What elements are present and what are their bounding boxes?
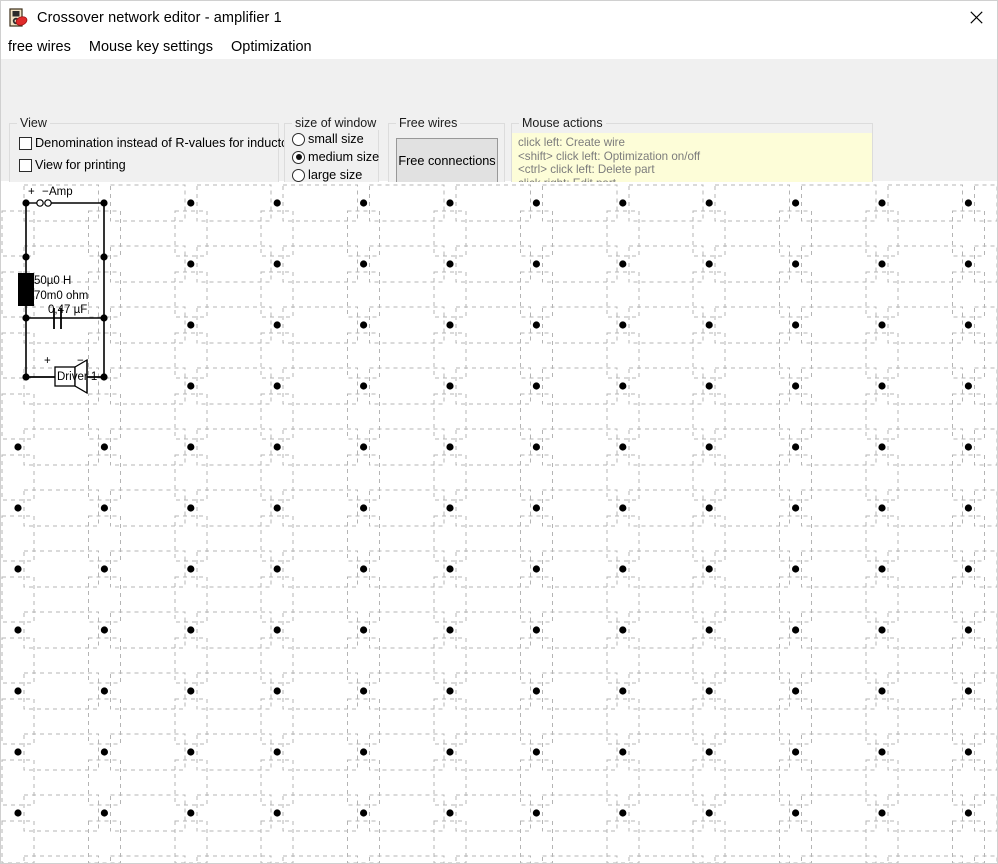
radio-small-size[interactable] <box>292 133 305 146</box>
checkbox-view-for-printing-label: View for printing <box>35 158 126 172</box>
view-group: View Denomination instead of R-values fo… <box>9 123 279 189</box>
radio-small-size-label: small size <box>308 132 364 146</box>
view-group-title: View <box>17 116 50 130</box>
close-button[interactable] <box>953 1 998 34</box>
checkbox-view-for-printing[interactable] <box>19 159 32 172</box>
mouse-action-line: click left: Create wire <box>518 136 866 150</box>
radio-large-size[interactable] <box>292 169 305 182</box>
free-wires-group-title: Free wires <box>396 116 460 130</box>
circuit-layer[interactable] <box>1 182 301 402</box>
menu-mouse-key-settings[interactable]: Mouse key settings <box>80 37 222 57</box>
mouse-action-line: <shift> click left: Optimization on/off <box>518 150 866 164</box>
radio-large-size-row[interactable]: large size <box>292 168 362 182</box>
checkbox-denomination-label: Denomination instead of R-values for ind… <box>35 136 299 150</box>
free-connections-button[interactable]: Free connections <box>396 138 498 184</box>
radio-medium-size-label: medium size <box>308 150 379 164</box>
mouse-action-line: <ctrl> click left: Delete part <box>518 163 866 177</box>
crossover-network-editor-window: Crossover network editor - amplifier 1 f… <box>0 0 998 864</box>
checkbox-denomination-row[interactable]: Denomination instead of R-values for ind… <box>19 136 299 150</box>
window-title: Crossover network editor - amplifier 1 <box>37 10 282 26</box>
radio-medium-size[interactable] <box>292 151 305 164</box>
menu-bar: free wires Mouse key settings Optimizati… <box>1 35 998 59</box>
schematic-canvas[interactable]: + − Amp 50µ0 H 70m0 ohm 0,47 µF + − Driv… <box>1 182 997 863</box>
speaker-driver-icon <box>7 7 29 29</box>
menu-optimization[interactable]: Optimization <box>222 37 321 57</box>
size-of-window-group: size of window small size medium size la… <box>284 123 379 189</box>
checkbox-view-for-printing-row[interactable]: View for printing <box>19 158 126 172</box>
size-of-window-group-title: size of window <box>292 116 379 130</box>
radio-small-size-row[interactable]: small size <box>292 132 364 146</box>
options-panel: View Denomination instead of R-values fo… <box>1 59 998 181</box>
checkbox-denomination[interactable] <box>19 137 32 150</box>
radio-large-size-label: large size <box>308 168 362 182</box>
title-bar: Crossover network editor - amplifier 1 <box>1 1 998 35</box>
menu-free-wires[interactable]: free wires <box>1 37 80 57</box>
radio-medium-size-row[interactable]: medium size <box>292 150 379 164</box>
mouse-actions-group-title: Mouse actions <box>519 116 606 130</box>
